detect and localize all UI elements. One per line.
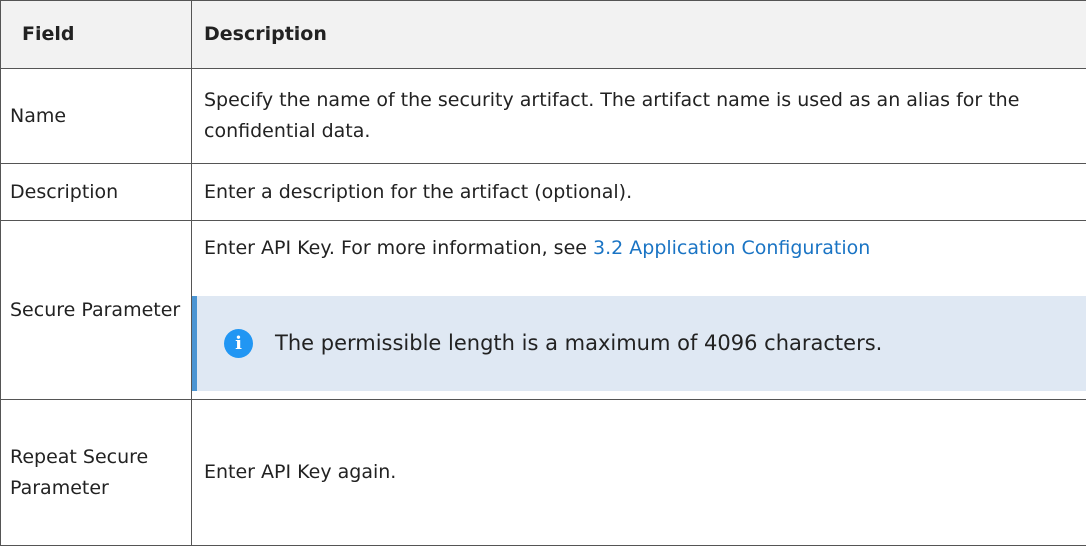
table-row: Name Specify the name of the security ar… bbox=[1, 69, 1086, 164]
description-cell: Specify the name of the security artifac… bbox=[192, 69, 1086, 164]
description-prefix: Enter API Key. For more information, see bbox=[204, 237, 593, 259]
description-cell: Enter API Key. For more information, see… bbox=[192, 221, 1086, 400]
field-cell: Name bbox=[1, 69, 192, 164]
description-cell: Enter API Key again. bbox=[192, 400, 1086, 546]
fields-table: Field Description Name Specify the name … bbox=[0, 0, 1086, 546]
table-header-row: Field Description bbox=[1, 1, 1086, 69]
header-field: Field bbox=[1, 1, 192, 69]
application-configuration-link[interactable]: 3.2 Application Configuration bbox=[593, 237, 870, 259]
field-cell: Secure Parameter bbox=[1, 221, 192, 400]
field-cell: Repeat Secure Parameter bbox=[1, 400, 192, 546]
table-row: Secure Parameter Enter API Key. For more… bbox=[1, 221, 1086, 400]
note-text: The permissible length is a maximum of 4… bbox=[275, 328, 882, 359]
field-cell: Description bbox=[1, 164, 192, 221]
secure-parameter-text: Enter API Key. For more information, see… bbox=[204, 221, 1086, 278]
description-cell: Enter a description for the artifact (op… bbox=[192, 164, 1086, 221]
info-note: i The permissible length is a maximum of… bbox=[192, 296, 1086, 391]
table-row: Description Enter a description for the … bbox=[1, 164, 1086, 221]
info-icon: i bbox=[224, 329, 253, 358]
table-row: Repeat Secure Parameter Enter API Key ag… bbox=[1, 400, 1086, 546]
header-description: Description bbox=[192, 1, 1086, 69]
